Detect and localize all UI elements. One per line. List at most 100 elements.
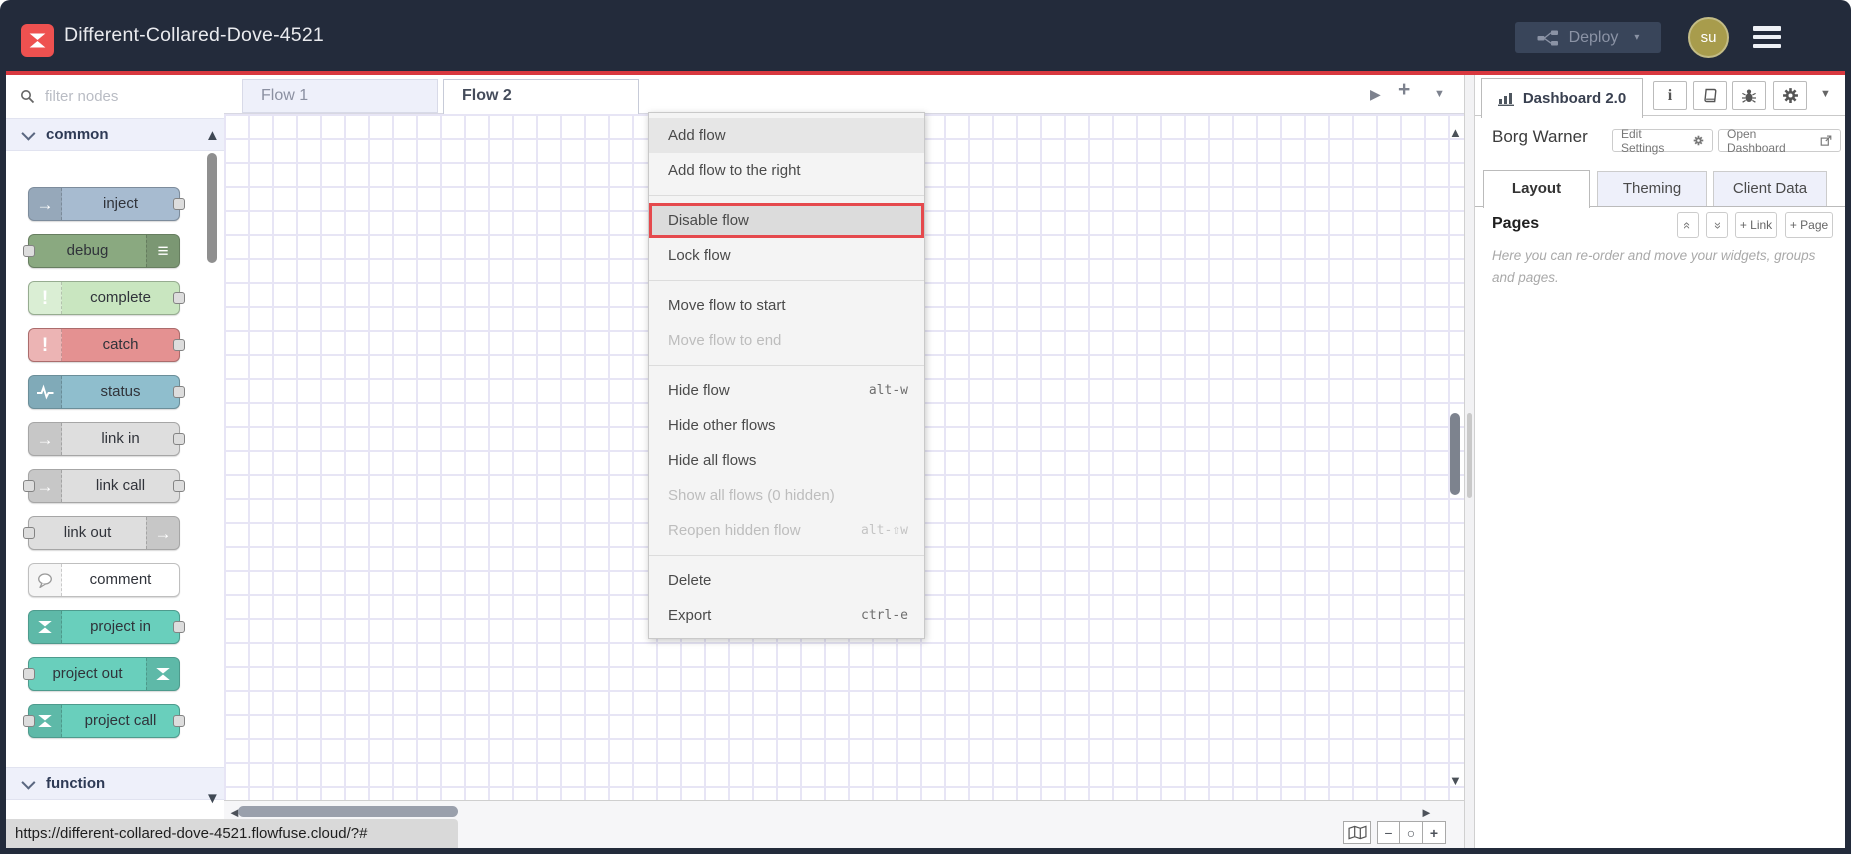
palette-node-debug[interactable]: debug ≡ — [23, 234, 180, 268]
status-url: https://different-collared-dove-4521.flo… — [6, 819, 458, 848]
zoom-reset-button[interactable]: ○ — [1400, 821, 1423, 844]
node-label: inject — [102, 195, 139, 212]
palette-node-project-in[interactable]: project in — [28, 610, 185, 644]
node-input-port — [23, 715, 35, 727]
menu-item-export[interactable]: Export ctrl-e — [649, 598, 924, 633]
palette-node-complete[interactable]: ! complete — [28, 281, 185, 315]
palette-scroll-down-icon[interactable]: ▼ — [205, 791, 220, 806]
canvas-scroll-right-icon[interactable]: ► — [1420, 805, 1433, 820]
tab-flow-1[interactable]: Flow 1 — [242, 79, 438, 113]
menu-item-hide-other-flows[interactable]: Hide other flows — [649, 408, 924, 443]
menu-item-disable-flow[interactable]: Disable flow — [649, 203, 924, 238]
docs-button[interactable] — [1693, 81, 1727, 110]
menu-shortcut: ctrl-e — [861, 608, 908, 623]
edit-settings-button[interactable]: Edit Settings — [1612, 127, 1713, 155]
editor-main: common → inject debug ≡ ! complete ! cat… — [6, 75, 1845, 848]
book-icon — [1704, 88, 1717, 103]
palette-node-comment[interactable]: comment — [28, 563, 180, 597]
add-link-button[interactable]: + Link — [1735, 212, 1777, 238]
node-label: project in — [90, 618, 151, 635]
palette-category-common[interactable]: common — [6, 118, 224, 151]
palette-filter-input[interactable] — [43, 87, 197, 106]
navigator-toggle-button[interactable] — [1343, 821, 1371, 844]
exclamation-icon: ! — [29, 282, 62, 314]
menu-item-delete[interactable]: Delete — [649, 563, 924, 598]
zoom-in-button[interactable]: + — [1423, 821, 1446, 844]
link-arrow-icon: → — [146, 517, 179, 549]
node-output-port — [173, 480, 185, 492]
deploy-icon — [1537, 30, 1558, 45]
sidebar-tab-layout[interactable]: Layout — [1483, 170, 1590, 208]
menu-item-hide-all-flows[interactable]: Hide all flows — [649, 443, 924, 478]
palette-category-function[interactable]: function — [6, 767, 224, 800]
palette-scroll-up-icon[interactable]: ▲ — [205, 128, 220, 143]
node-input-port — [23, 480, 35, 492]
deploy-button[interactable]: Deploy ▾ — [1515, 22, 1661, 53]
tab-label: Flow 2 — [462, 87, 512, 104]
palette-node-project-out[interactable]: project out — [23, 657, 180, 691]
info-button[interactable]: i — [1653, 81, 1687, 110]
palette-node-inject[interactable]: → inject — [28, 187, 185, 221]
move-page-down-button[interactable]: « — [1706, 212, 1728, 238]
node-output-port — [173, 292, 185, 304]
palette-search-row — [6, 75, 224, 119]
menu-separator — [649, 195, 924, 196]
palette-node-link-in[interactable]: → link in — [28, 422, 185, 456]
node-label: comment — [89, 571, 152, 588]
zoom-out-button[interactable]: − — [1377, 821, 1400, 844]
open-dashboard-button[interactable]: Open Dashboard — [1718, 127, 1841, 155]
node-label: link in — [101, 430, 140, 447]
node-input-port — [23, 527, 35, 539]
palette-node-link-out[interactable]: link out → — [23, 516, 180, 550]
resize-grip[interactable] — [1467, 413, 1472, 498]
palette-node-status[interactable]: status — [28, 375, 185, 409]
sidebar-tab-dashboard[interactable]: Dashboard 2.0 — [1481, 78, 1643, 118]
menu-item-label: Export — [668, 607, 712, 624]
sidebar-tab-theming[interactable]: Theming — [1597, 171, 1707, 207]
node-output-port — [173, 386, 185, 398]
dashboard-name: Borg Warner — [1492, 127, 1588, 146]
canvas-scroll-up-icon[interactable]: ▲ — [1449, 125, 1462, 140]
menu-item-label: Delete — [668, 572, 712, 589]
settings-button[interactable] — [1773, 81, 1807, 110]
bar-chart-icon — [1497, 93, 1514, 106]
sidebar-tab-client-data[interactable]: Client Data — [1713, 171, 1827, 207]
node-label: project call — [84, 712, 157, 729]
menu-item-hide-flow[interactable]: Hide flow alt-w — [649, 373, 924, 408]
inject-icon: → — [29, 188, 62, 220]
main-menu-button[interactable] — [1753, 26, 1781, 48]
node-input-port — [23, 245, 35, 257]
node-label: link call — [95, 477, 146, 494]
deploy-label: Deploy — [1568, 28, 1619, 46]
add-page-button[interactable]: + Page — [1785, 212, 1833, 238]
zoom-controls: − ○ + — [1377, 821, 1446, 844]
app-window: Different-Collared-Dove-4521 Deploy ▾ su… — [0, 0, 1851, 854]
move-page-up-button[interactable]: « — [1677, 212, 1699, 238]
palette-node-project-call[interactable]: project call — [23, 704, 185, 738]
avatar-initials: su — [1700, 29, 1717, 46]
menu-item-add-flow[interactable]: Add flow — [649, 118, 924, 153]
debug-button[interactable] — [1732, 81, 1766, 110]
canvas-scroll-down-icon[interactable]: ▼ — [1449, 773, 1462, 788]
deploy-options-chevron-icon[interactable]: ▾ — [1634, 32, 1639, 43]
palette-node-catch[interactable]: ! catch — [28, 328, 185, 362]
map-icon — [1347, 825, 1367, 840]
palette-node-link-call[interactable]: → link call — [23, 469, 185, 503]
add-flow-button[interactable]: + — [1398, 79, 1410, 101]
category-label: function — [46, 775, 106, 792]
menu-item-move-flow-start[interactable]: Move flow to start — [649, 288, 924, 323]
menu-item-label: Hide all flows — [668, 452, 757, 469]
palette-scrollbar-thumb[interactable] — [207, 153, 217, 263]
menu-item-add-flow-right[interactable]: Add flow to the right — [649, 153, 924, 188]
sidebar-collapse-chevron-icon[interactable]: ▼ — [1820, 88, 1831, 100]
canvas-vertical-scrollbar-thumb[interactable] — [1450, 413, 1460, 495]
flow-tab-bar: Flow 1 Flow 2 ▶ + ▼ — [224, 75, 1464, 115]
sidebar-resize-handle[interactable] — [1464, 75, 1475, 848]
scroll-tabs-right-icon[interactable]: ▶ — [1370, 83, 1381, 105]
node-palette: common → inject debug ≡ ! complete ! cat… — [6, 75, 225, 848]
menu-item-lock-flow[interactable]: Lock flow — [649, 238, 924, 273]
flow-list-chevron-icon[interactable]: ▼ — [1434, 83, 1445, 105]
tab-flow-2[interactable]: Flow 2 — [443, 79, 639, 115]
canvas-horizontal-scrollbar-thumb[interactable] — [238, 806, 458, 817]
user-avatar[interactable]: su — [1688, 17, 1729, 58]
